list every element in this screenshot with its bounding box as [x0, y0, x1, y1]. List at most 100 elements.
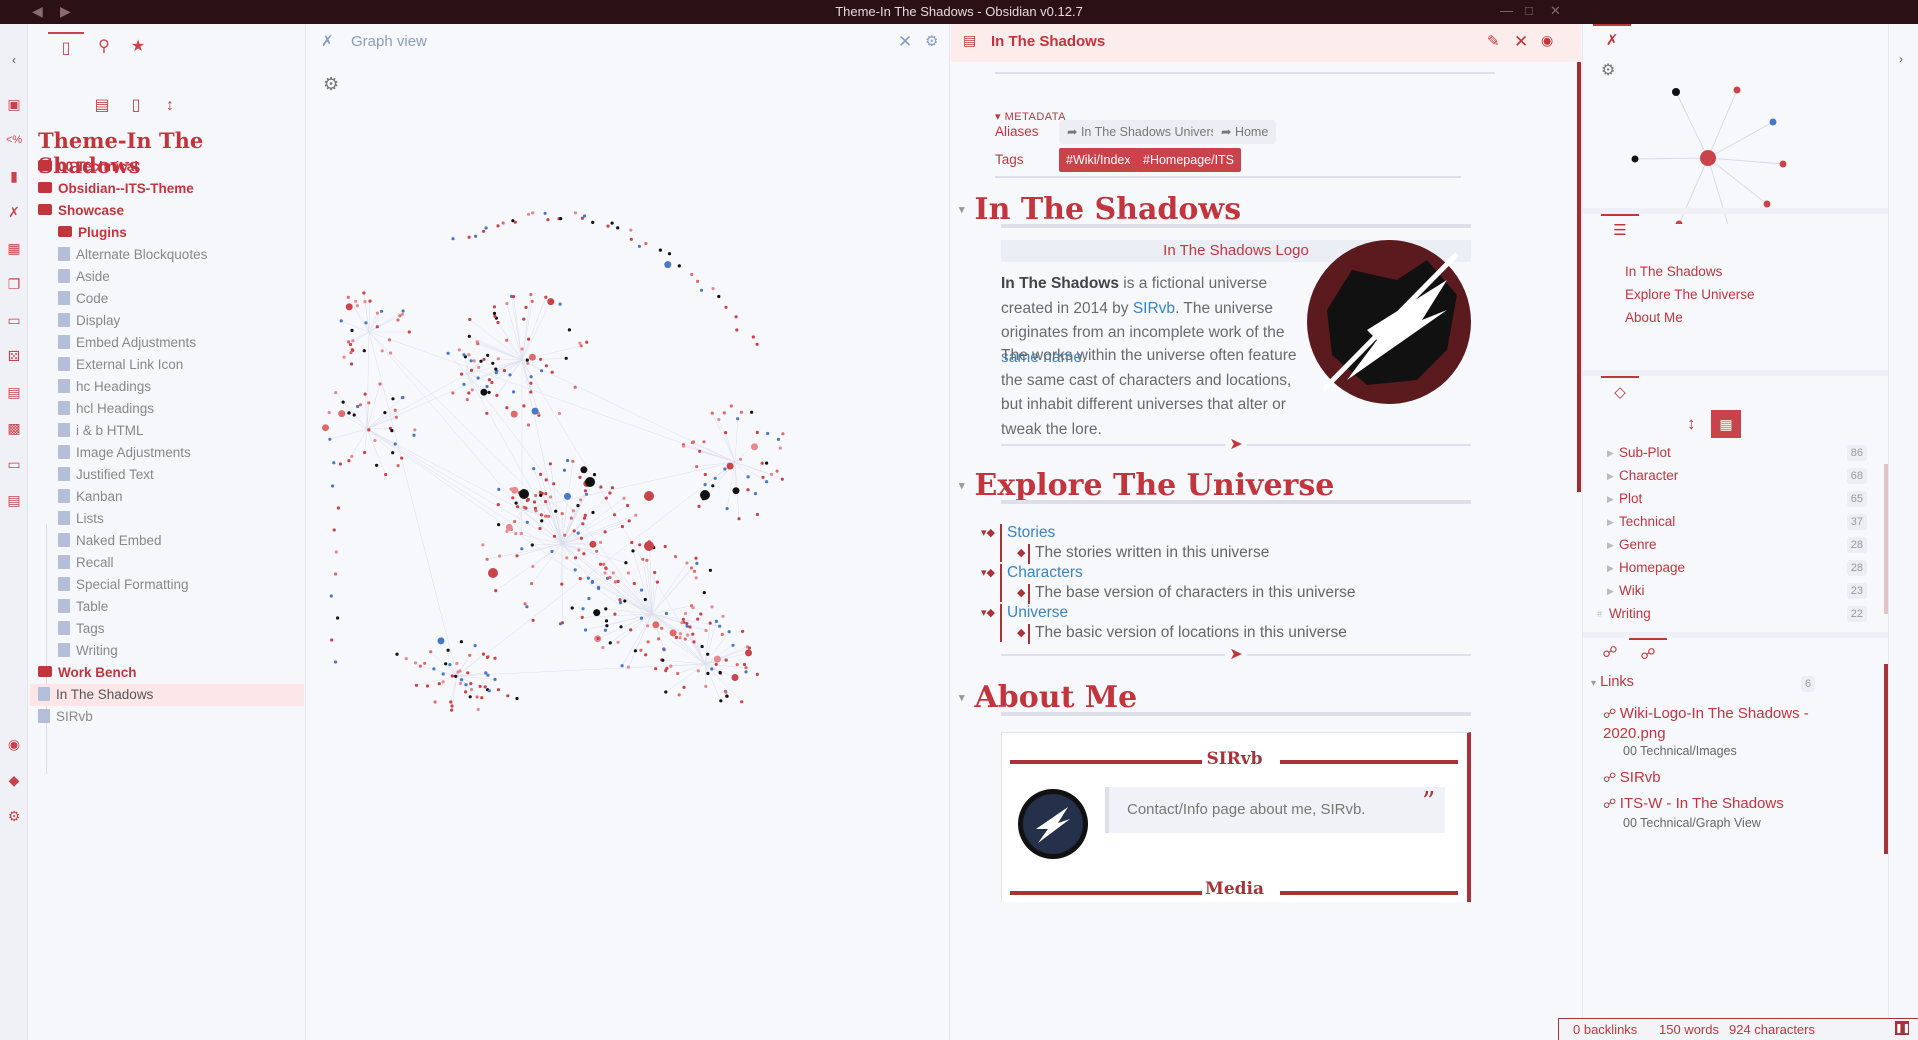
graph-node[interactable] [657, 637, 661, 641]
calendar-icon[interactable]: ▦ [6, 240, 22, 256]
graph-node[interactable] [713, 476, 717, 480]
graph-node[interactable] [720, 632, 724, 637]
graph-node[interactable] [571, 459, 575, 463]
graph-node[interactable] [509, 487, 513, 491]
outgoing-link[interactable]: ☍ SIRvb [1603, 768, 1833, 788]
graph-node[interactable] [604, 607, 608, 611]
graph-node[interactable] [446, 648, 450, 652]
graph-node[interactable] [525, 605, 529, 609]
graph-node[interactable] [378, 382, 382, 386]
graph-node[interactable] [714, 619, 718, 624]
graph-node[interactable] [513, 220, 517, 224]
graph-node[interactable] [660, 626, 664, 630]
graph-node[interactable] [487, 689, 491, 693]
expand-caret-icon[interactable]: ▶ [1607, 534, 1619, 556]
file-item[interactable]: In The Shadows [30, 684, 304, 706]
graph-node[interactable] [480, 388, 488, 396]
graph-node[interactable] [486, 353, 490, 357]
minimize-icon[interactable]: — [1500, 3, 1513, 18]
edit-pencil-icon[interactable]: ✎ [1487, 32, 1500, 50]
graph-node[interactable] [355, 304, 359, 308]
graph-node[interactable] [467, 353, 471, 357]
graph-node[interactable] [613, 580, 617, 584]
graph-node[interactable] [699, 612, 703, 616]
graph-node[interactable] [523, 602, 527, 606]
graph-node[interactable] [698, 449, 702, 453]
graph-node[interactable] [703, 483, 707, 487]
graph-node[interactable] [505, 302, 509, 306]
graph-node[interactable] [630, 540, 634, 545]
graph-node[interactable] [375, 311, 379, 315]
graph-node[interactable] [661, 658, 665, 662]
graph-node[interactable] [525, 358, 529, 362]
graph-node[interactable] [487, 390, 491, 394]
graph-node[interactable] [571, 509, 575, 513]
graph-node[interactable] [548, 462, 552, 466]
graph-node[interactable] [627, 519, 631, 523]
graph-node[interactable] [658, 248, 662, 252]
graph-node[interactable] [577, 548, 581, 552]
graph-node[interactable] [765, 480, 769, 484]
graph-node[interactable] [485, 384, 489, 389]
graph-node[interactable] [610, 221, 614, 225]
graph-node[interactable] [484, 226, 488, 230]
graph-node[interactable] [414, 683, 418, 687]
graph-node[interactable] [332, 461, 336, 465]
graph-node[interactable] [579, 536, 583, 540]
graph-node[interactable] [544, 295, 548, 299]
graph-node[interactable] [515, 696, 519, 701]
graph-node[interactable] [497, 523, 501, 527]
graph-node[interactable] [336, 506, 340, 510]
graph-node[interactable] [546, 218, 550, 222]
graph-node[interactable] [539, 493, 543, 497]
graph-node[interactable] [697, 504, 701, 508]
settings-gear-icon[interactable]: ⚙ [6, 808, 22, 824]
graph-node[interactable] [643, 597, 647, 602]
graph-node[interactable] [512, 390, 516, 394]
graph-node[interactable] [400, 456, 404, 460]
graph-node[interactable] [742, 662, 747, 667]
vault-switch-icon[interactable]: ◉ [6, 736, 22, 752]
graph-node[interactable] [616, 640, 620, 644]
graph-node[interactable] [470, 388, 474, 392]
graph-node[interactable] [631, 549, 635, 553]
graph-node[interactable] [634, 513, 638, 517]
graph-node[interactable] [451, 391, 455, 395]
graph-node[interactable] [338, 462, 342, 466]
graph-node[interactable] [493, 314, 497, 318]
graph-node[interactable] [362, 291, 366, 295]
graph-node[interactable] [576, 531, 580, 535]
graph-node[interactable] [330, 638, 334, 642]
graph-node[interactable] [736, 417, 740, 421]
graph-node[interactable] [525, 498, 529, 503]
graph-node[interactable] [579, 498, 583, 502]
graph-node[interactable] [685, 561, 689, 565]
graph-node[interactable] [626, 571, 630, 575]
graph-node[interactable] [398, 314, 402, 318]
graph-node[interactable] [490, 380, 494, 385]
sort-icon[interactable]: ↕ [158, 94, 182, 118]
graph-node[interactable] [602, 562, 606, 566]
graph-node[interactable] [735, 663, 739, 667]
graph-node[interactable] [476, 376, 480, 380]
note-menu-icon[interactable]: ◉ [1541, 32, 1553, 49]
file-item[interactable]: Kanban [50, 486, 123, 508]
graph-node[interactable] [583, 489, 587, 493]
graph-node[interactable] [468, 317, 472, 322]
image-icon[interactable]: ▣ [6, 96, 22, 112]
graph-node[interactable] [531, 564, 535, 569]
graph-node[interactable] [492, 311, 497, 315]
file-item[interactable]: Tags [50, 618, 105, 640]
graph-node[interactable] [331, 484, 335, 488]
graph-node[interactable] [746, 488, 750, 492]
graph-node[interactable] [711, 484, 715, 488]
graph-node[interactable] [505, 406, 509, 410]
graph-node[interactable] [530, 582, 534, 586]
graph-node[interactable] [610, 486, 614, 490]
graph-node[interactable] [685, 621, 689, 626]
graph-node[interactable] [587, 596, 591, 601]
graph-node[interactable] [358, 403, 363, 407]
graph-node[interactable] [558, 622, 562, 626]
graph-node[interactable] [338, 410, 346, 418]
graph-node[interactable] [616, 579, 620, 584]
